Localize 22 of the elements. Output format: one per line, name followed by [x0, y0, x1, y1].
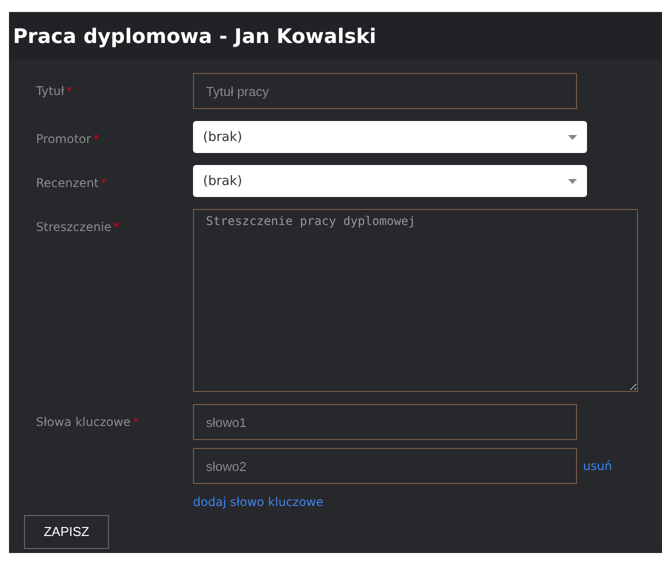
- dropdown[interactable]: (brak): [193, 165, 587, 197]
- add-keyword-link[interactable]: dodaj słowo kluczowe: [193, 495, 324, 509]
- save-button[interactable]: ZAPISZ: [24, 514, 109, 548]
- input-field[interactable]: Tytuł pracy: [193, 73, 577, 109]
- field-label: Streszczenie: [36, 220, 112, 234]
- field-label: Recenzent: [36, 176, 99, 190]
- field-label: Promotor: [36, 132, 92, 146]
- textarea-field[interactable]: Streszczenie pracy dyplomowej: [193, 209, 638, 392]
- input-field[interactable]: słowo2: [193, 448, 577, 484]
- required-mark: *: [114, 220, 120, 234]
- dropdown[interactable]: (brak): [193, 121, 587, 153]
- required-mark: *: [66, 84, 72, 98]
- remove-link[interactable]: usuń: [583, 459, 612, 473]
- page-title: Praca dyplomowa - Jan Kowalski: [13, 24, 376, 48]
- required-mark: *: [100, 176, 107, 190]
- caret-icon: [568, 178, 577, 184]
- required-mark: *: [93, 132, 100, 146]
- field-label: Tytuł: [36, 84, 64, 98]
- caret-icon: [568, 134, 577, 140]
- required-mark: *: [132, 415, 139, 429]
- input-field[interactable]: słowo1: [193, 404, 577, 440]
- field-label: Słowa kluczowe: [36, 415, 131, 429]
